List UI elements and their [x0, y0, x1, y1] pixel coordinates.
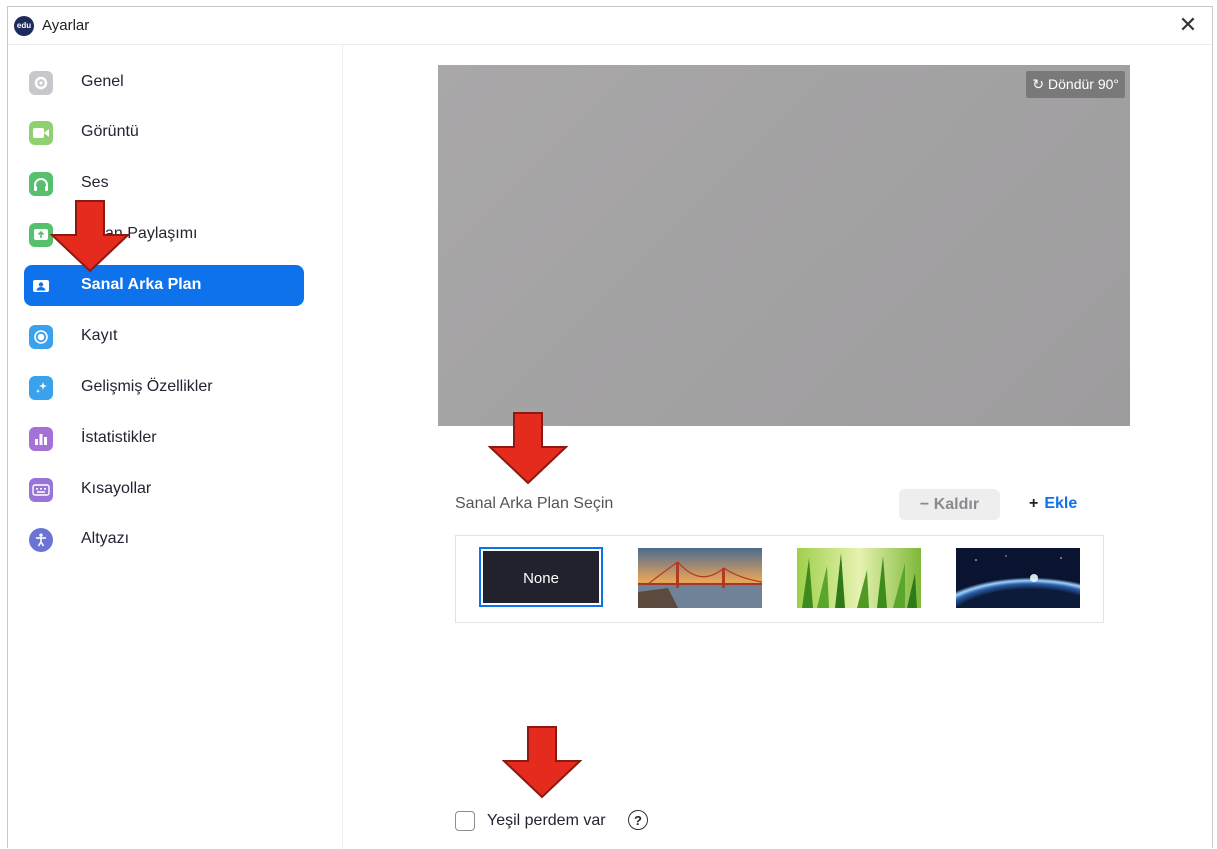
sidebar-item-label: Genel [81, 73, 124, 90]
advanced-features-icon [29, 376, 53, 400]
headphones-icon [29, 172, 53, 196]
sidebar-item-shortcuts[interactable]: Kısayollar [24, 469, 304, 510]
add-label: Ekle [1044, 495, 1078, 512]
record-icon [29, 325, 53, 349]
window-title: Ayarlar [42, 17, 90, 34]
sidebar-item-label: Sanal Arka Plan [81, 276, 202, 293]
sidebar-item-statistics[interactable]: İstatistikler [24, 418, 304, 459]
background-gallery: None [455, 535, 1104, 623]
sidebar-item-label: Gelişmiş Özellikler [81, 378, 213, 395]
virtual-background-icon [29, 274, 53, 298]
red-arrow-annotation [488, 412, 568, 485]
golden-gate-bridge-image [638, 548, 762, 608]
sidebar-item-label: Görüntü [81, 123, 139, 140]
accessibility-icon [29, 528, 53, 552]
background-option-none[interactable]: None [479, 547, 603, 607]
red-arrow-annotation [502, 726, 582, 799]
sidebar-item-label: Altyazı [81, 530, 130, 547]
choose-background-label: Sanal Arka Plan Seçin [455, 495, 614, 512]
statistics-icon [29, 427, 53, 451]
background-option-golden-gate[interactable] [638, 548, 762, 608]
rotate-label: Döndür 90° [1048, 76, 1119, 92]
red-arrow-annotation [50, 200, 130, 273]
minus-icon: − [919, 496, 930, 513]
sidebar-item-video[interactable]: Görüntü [24, 112, 304, 153]
close-button[interactable]: ✕ [1176, 13, 1200, 37]
sidebar-item-advanced-features[interactable]: Gelişmiş Özellikler [24, 367, 304, 408]
rotate-icon: ↻ [1032, 76, 1045, 92]
sidebar-item-recording[interactable]: Kayıt [24, 316, 304, 357]
sidebar-item-audio[interactable]: Ses [24, 163, 304, 204]
plus-icon: + [1029, 495, 1039, 512]
settings-sidebar: Genel Görüntü Ses Ekran Paylaşımı Sanal … [8, 45, 343, 849]
sidebar-item-label: İstatistikler [81, 429, 157, 446]
video-preview: ↻ Döndür 90° [438, 65, 1130, 426]
app-logo-icon: edu [14, 16, 34, 36]
grass-image [797, 548, 921, 608]
earth-from-space-image [956, 548, 1080, 608]
sidebar-item-label: Kayıt [81, 327, 118, 344]
sidebar-item-captions[interactable]: Altyazı [24, 519, 304, 560]
background-option-earth[interactable] [956, 548, 1080, 608]
remove-background-button[interactable]: − Kaldır [899, 489, 1000, 520]
sidebar-item-label: Ses [81, 174, 109, 191]
gear-icon [29, 71, 53, 95]
title-bar: edu Ayarlar ✕ [8, 7, 1212, 45]
sidebar-item-general[interactable]: Genel [24, 62, 304, 103]
help-icon[interactable]: ? [628, 810, 648, 830]
keyboard-icon [29, 478, 53, 502]
green-screen-label: Yeşil perdem var [487, 812, 606, 829]
sidebar-item-label: Kısayollar [81, 480, 152, 497]
green-screen-checkbox[interactable] [455, 811, 475, 831]
rotate-button[interactable]: ↻ Döndür 90° [1026, 71, 1125, 98]
settings-window: edu Ayarlar ✕ Genel Görüntü Ses Ekran Pa… [7, 6, 1213, 849]
background-option-grass[interactable] [797, 548, 921, 608]
remove-label: Kaldır [933, 496, 980, 513]
video-camera-icon [29, 121, 53, 145]
add-background-button[interactable]: + Ekle [1029, 495, 1077, 513]
